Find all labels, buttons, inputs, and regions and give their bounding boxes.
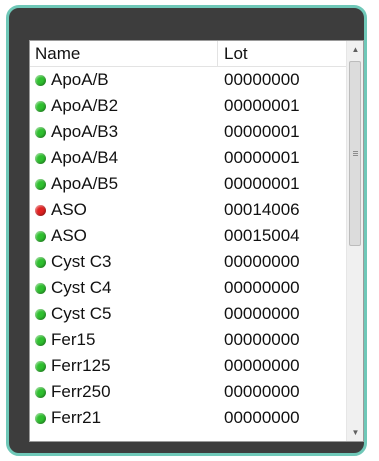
row-name-cell: ApoA/B3 (35, 119, 118, 145)
vertical-scrollbar[interactable]: ▲ ▼ (346, 41, 363, 441)
table-row[interactable]: ApoA/B4 00000001 (30, 145, 346, 171)
column-header-lot[interactable]: Lot (218, 41, 346, 66)
row-name-label: Ferr250 (51, 382, 111, 401)
row-lot-cell: 00000001 (224, 174, 300, 193)
list-header: Name Lot (30, 41, 346, 67)
row-name-cell: Cyst C5 (35, 301, 111, 327)
row-lot-cell: 00015004 (224, 226, 300, 245)
table-row[interactable]: ApoA/B3 00000001 (30, 119, 346, 145)
status-ok-dot-icon (35, 387, 46, 398)
row-lot-cell: 00000001 (224, 148, 300, 167)
row-name-label: ApoA/B2 (51, 96, 119, 115)
row-name-cell: Cyst C4 (35, 275, 111, 301)
row-name-label: ASO (51, 200, 87, 219)
grip-line (353, 151, 358, 152)
row-name-label: Cyst C5 (51, 304, 112, 323)
status-ok-dot-icon (35, 153, 46, 164)
table-row[interactable]: ApoA/B2 00000001 (30, 93, 346, 119)
row-name-label: ApoA/B5 (51, 174, 119, 193)
table-row[interactable]: Cyst C5 00000000 (30, 301, 346, 327)
row-name-cell: Ferr21 (35, 405, 101, 431)
row-name-label: Ferr21 (51, 408, 102, 427)
row-lot-cell: 00000000 (224, 356, 300, 375)
row-lot-cell: 00000000 (224, 252, 300, 271)
scroll-down-arrow-icon[interactable]: ▼ (347, 424, 363, 441)
status-ok-dot-icon (35, 413, 46, 424)
row-name-cell: Cyst C3 (35, 249, 111, 275)
row-lot-cell: 00000000 (224, 304, 300, 323)
row-name-label: Ferr125 (51, 356, 111, 375)
list-body: ApoA/B 00000000 ApoA/B2 00000001 ApoA/B3 0000… (30, 67, 346, 431)
row-name-label: ASO (51, 226, 87, 245)
row-name-label: ApoA/B3 (51, 122, 119, 141)
row-name-label: ApoA/B (51, 70, 109, 89)
row-lot-cell: 00000000 (224, 408, 300, 427)
column-header-name[interactable]: Name (30, 41, 218, 66)
row-lot-cell: 00000001 (224, 122, 300, 141)
row-name-cell: Ferr125 (35, 353, 111, 379)
table-row[interactable]: Ferr250 00000000 (30, 379, 346, 405)
row-name-cell: ApoA/B2 (35, 93, 118, 119)
row-name-cell: Ferr250 (35, 379, 111, 405)
scrollbar-thumb[interactable] (349, 61, 361, 246)
row-lot-cell: 00000000 (224, 382, 300, 401)
table-row[interactable]: Fer15 00000000 (30, 327, 346, 353)
row-name-cell: ApoA/B (35, 67, 109, 93)
status-ok-dot-icon (35, 75, 46, 86)
table-row[interactable]: ASO 00015004 (30, 223, 346, 249)
table-row[interactable]: ApoA/B 00000000 (30, 67, 346, 93)
row-name-cell: ASO (35, 223, 87, 249)
row-name-label: ApoA/B4 (51, 148, 119, 167)
grip-line (353, 155, 358, 156)
table-row[interactable]: ApoA/B5 00000001 (30, 171, 346, 197)
status-ok-dot-icon (35, 179, 46, 190)
scroll-up-arrow-icon[interactable]: ▲ (347, 41, 363, 58)
reagent-list[interactable]: Name Lot ApoA/B 00000000 ApoA/B2 00000001 Ap… (30, 41, 346, 441)
row-name-label: Cyst C3 (51, 252, 112, 271)
status-error-dot-icon (35, 205, 46, 216)
row-name-label: Fer15 (51, 330, 96, 349)
status-ok-dot-icon (35, 309, 46, 320)
status-ok-dot-icon (35, 101, 46, 112)
table-row[interactable]: Cyst C4 00000000 (30, 275, 346, 301)
status-ok-dot-icon (35, 257, 46, 268)
table-row[interactable]: ASO 00014006 (30, 197, 346, 223)
row-lot-cell: 00000000 (224, 70, 300, 89)
table-row[interactable]: Ferr21 00000000 (30, 405, 346, 431)
status-ok-dot-icon (35, 127, 46, 138)
row-name-cell: Fer15 (35, 327, 95, 353)
status-ok-dot-icon (35, 361, 46, 372)
table-row[interactable]: Cyst C3 00000000 (30, 249, 346, 275)
row-name-cell: ASO (35, 197, 87, 223)
reagent-list-panel: Name Lot ApoA/B 00000000 ApoA/B2 00000001 Ap… (29, 40, 364, 442)
row-lot-cell: 00000000 (224, 278, 300, 297)
row-name-cell: ApoA/B5 (35, 171, 118, 197)
status-ok-dot-icon (35, 335, 46, 346)
grip-line (353, 153, 358, 154)
row-lot-cell: 00014006 (224, 200, 300, 219)
row-lot-cell: 00000000 (224, 330, 300, 349)
row-name-cell: ApoA/B4 (35, 145, 118, 171)
status-ok-dot-icon (35, 231, 46, 242)
status-ok-dot-icon (35, 283, 46, 294)
row-name-label: Cyst C4 (51, 278, 112, 297)
row-lot-cell: 00000001 (224, 96, 300, 115)
table-row[interactable]: Ferr125 00000000 (30, 353, 346, 379)
